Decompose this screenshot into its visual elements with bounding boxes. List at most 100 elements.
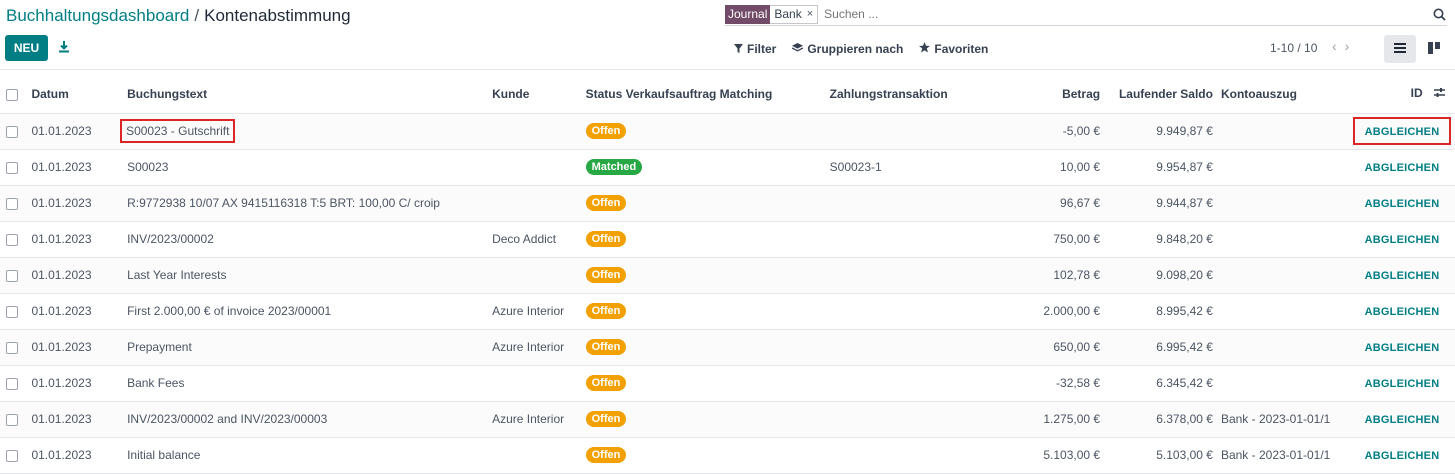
- row-checkbox[interactable]: [6, 197, 18, 210]
- search-icon[interactable]: [1431, 6, 1447, 22]
- row-statement: [1212, 113, 1340, 150]
- reconcile-button[interactable]: ABGLEICHEN: [1365, 450, 1440, 462]
- row-checkbox[interactable]: [6, 305, 18, 318]
- row-balance: 9.954,87 €: [1100, 149, 1213, 186]
- row-amount: 2.000,00 €: [1012, 293, 1101, 330]
- list-view-button[interactable]: [1384, 35, 1416, 63]
- row-amount: 650,00 €: [1012, 329, 1101, 366]
- table-row[interactable]: 01.01.2023 Prepayment Azure Interior Off…: [0, 329, 1455, 366]
- row-checkbox[interactable]: [6, 161, 18, 174]
- reconcile-button[interactable]: ABGLEICHEN: [1365, 270, 1440, 282]
- row-text-highlight: S00023 - Gutschrift: [120, 119, 236, 143]
- table-row[interactable]: 01.01.2023 Bank Fees Offen -32,58 € 6.34…: [0, 365, 1455, 402]
- col-id-label[interactable]: ID: [1411, 86, 1423, 100]
- row-action-cell: ABGLEICHEN: [1339, 401, 1455, 438]
- row-customer: [492, 437, 586, 474]
- row-select-cell: [0, 149, 28, 186]
- download-icon[interactable]: [54, 36, 74, 58]
- row-text: Prepayment: [127, 340, 192, 354]
- kanban-icon: [1428, 41, 1440, 57]
- breadcrumb-parent-link[interactable]: Buchhaltungsdashboard: [6, 6, 189, 25]
- row-checkbox[interactable]: [6, 233, 18, 246]
- row-amount: -32,58 €: [1012, 365, 1101, 402]
- row-text-cell: R:9772938 10/07 AX 9415116318 T:5 BRT: 1…: [127, 185, 493, 222]
- filter-label: Filter: [747, 42, 777, 56]
- col-status[interactable]: Status Verkaufsauftrag Matching: [585, 75, 830, 114]
- row-customer: Azure Interior: [492, 401, 586, 438]
- pager-value[interactable]: 1-10 / 10: [1270, 41, 1317, 55]
- reconcile-button[interactable]: ABGLEICHEN: [1365, 342, 1440, 354]
- group-by-toggle[interactable]: Gruppieren nach: [792, 42, 903, 56]
- row-checkbox[interactable]: [6, 377, 18, 390]
- row-statement: [1212, 329, 1340, 366]
- table-row[interactable]: 01.01.2023 R:9772938 10/07 AX 9415116318…: [0, 185, 1455, 222]
- table-row[interactable]: 01.01.2023 Last Year Interests Offen 102…: [0, 257, 1455, 294]
- status-badge: Offen: [585, 303, 627, 319]
- row-customer: Deco Addict: [492, 221, 586, 258]
- status-badge: Offen: [585, 267, 627, 283]
- breadcrumb: Buchhaltungsdashboard / Kontenabstimmung: [6, 6, 351, 26]
- row-transaction: [829, 221, 1013, 258]
- reconcile-button[interactable]: ABGLEICHEN: [1365, 162, 1440, 174]
- row-customer: [492, 185, 586, 222]
- col-statement[interactable]: Kontoauszug: [1212, 75, 1340, 114]
- row-transaction: S00023-1: [829, 149, 1013, 186]
- reconcile-button[interactable]: ABGLEICHEN: [1365, 306, 1440, 318]
- col-balance[interactable]: Laufender Saldo: [1100, 75, 1213, 114]
- col-text[interactable]: Buchungstext: [127, 75, 493, 114]
- row-amount: 10,00 €: [1012, 149, 1101, 186]
- table-row[interactable]: 01.01.2023 First 2.000,00 € of invoice 2…: [0, 293, 1455, 330]
- table-header-row: Datum Buchungstext Kunde Status Verkaufs…: [0, 75, 1455, 114]
- chevron-left-icon[interactable]: ‹: [1332, 38, 1337, 54]
- reconcile-button[interactable]: ABGLEICHEN: [1365, 126, 1440, 138]
- row-statement: [1212, 149, 1340, 186]
- table-row[interactable]: 01.01.2023 S00023 - Gutschrift Offen -5,…: [0, 113, 1455, 150]
- row-text: S00023 - Gutschrift: [126, 124, 230, 138]
- row-checkbox[interactable]: [6, 125, 18, 138]
- row-text: Initial balance: [127, 448, 201, 462]
- row-checkbox[interactable]: [6, 449, 18, 462]
- search-input[interactable]: [824, 7, 1431, 21]
- row-checkbox[interactable]: [6, 413, 18, 426]
- row-text: S00023: [127, 160, 169, 174]
- optional-columns-icon[interactable]: [1434, 87, 1445, 101]
- reconcile-button[interactable]: ABGLEICHEN: [1365, 414, 1440, 426]
- row-transaction: [829, 365, 1013, 402]
- kanban-view-button[interactable]: [1422, 38, 1446, 60]
- row-action-cell: ABGLEICHEN: [1339, 257, 1455, 294]
- row-text: First 2.000,00 € of invoice 2023/00001: [127, 304, 332, 318]
- table-row[interactable]: 01.01.2023 INV/2023/00002 Deco Addict Of…: [0, 221, 1455, 258]
- row-date: 01.01.2023: [27, 329, 128, 366]
- row-amount: 96,67 €: [1012, 185, 1101, 222]
- row-customer: [492, 257, 586, 294]
- row-transaction: [829, 257, 1013, 294]
- reconcile-button[interactable]: ABGLEICHEN: [1365, 378, 1440, 390]
- row-date: 01.01.2023: [27, 257, 128, 294]
- col-customer[interactable]: Kunde: [492, 75, 586, 114]
- reconcile-button[interactable]: ABGLEICHEN: [1365, 198, 1440, 210]
- row-action-cell: ABGLEICHEN: [1339, 113, 1455, 150]
- status-badge: Matched: [585, 159, 643, 175]
- col-transaction[interactable]: Zahlungstransaktion: [829, 75, 1013, 114]
- row-checkbox[interactable]: [6, 269, 18, 282]
- row-customer: [492, 149, 586, 186]
- favorites-toggle[interactable]: Favoriten: [919, 42, 988, 56]
- chevron-right-icon[interactable]: ›: [1345, 38, 1350, 54]
- row-date: 01.01.2023: [27, 437, 128, 474]
- table-row[interactable]: 01.01.2023 INV/2023/00002 and INV/2023/0…: [0, 401, 1455, 438]
- col-amount[interactable]: Betrag: [1012, 75, 1101, 114]
- control-panel: Buchhaltungsdashboard / Kontenabstimmung N…: [0, 0, 1455, 70]
- facet-remove-icon[interactable]: ×: [807, 7, 813, 22]
- filter-toggle[interactable]: Filter: [734, 42, 776, 56]
- row-text-cell: S00023: [127, 149, 493, 186]
- row-status-cell: Offen: [585, 221, 830, 258]
- row-balance: 9.949,87 €: [1100, 113, 1213, 150]
- table-row[interactable]: 01.01.2023 S00023 Matched S00023-1 10,00…: [0, 149, 1455, 186]
- new-button[interactable]: NEU: [5, 35, 48, 61]
- table-row[interactable]: 01.01.2023 Initial balance Offen 5.103,0…: [0, 437, 1455, 474]
- row-select-cell: [0, 401, 28, 438]
- col-date[interactable]: Datum: [27, 75, 128, 114]
- row-checkbox[interactable]: [6, 341, 18, 354]
- reconcile-button[interactable]: ABGLEICHEN: [1365, 234, 1440, 246]
- select-all-checkbox[interactable]: [6, 88, 18, 101]
